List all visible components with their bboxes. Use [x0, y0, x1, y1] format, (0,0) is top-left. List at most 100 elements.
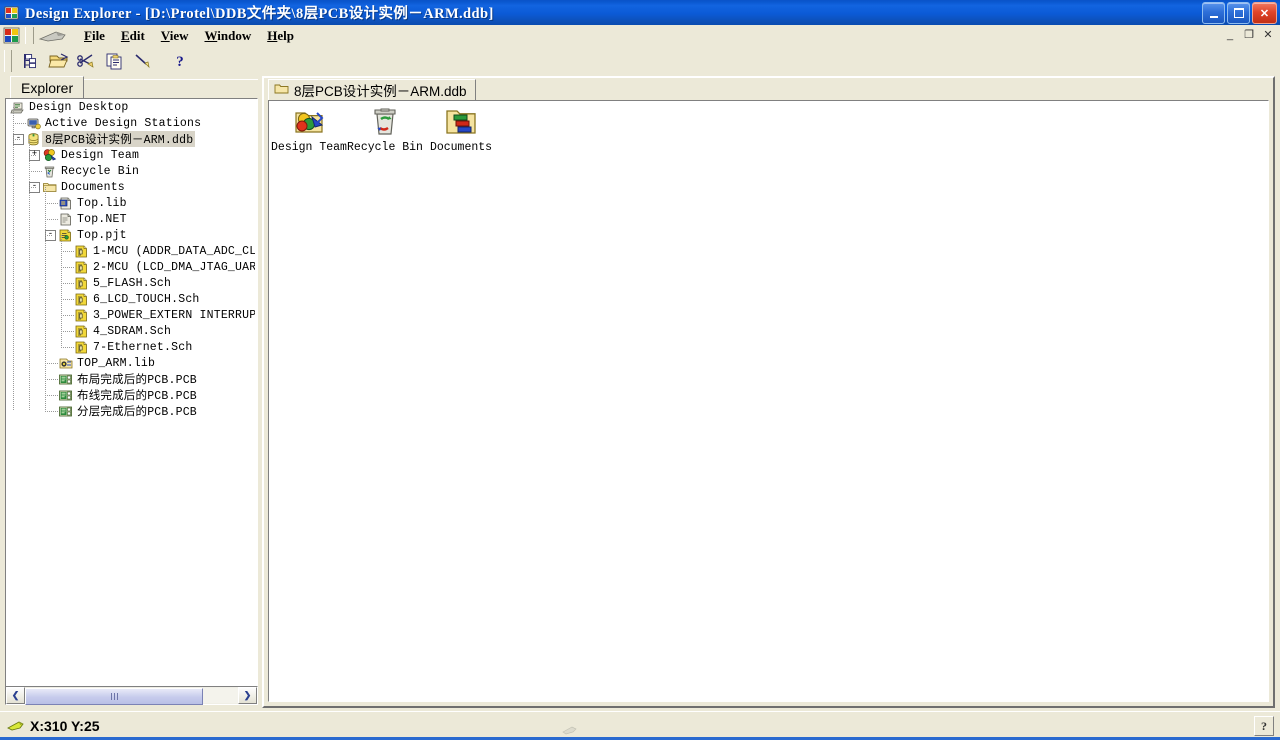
menu-window[interactable]: Window [196, 27, 259, 45]
tree-guide-line [29, 171, 42, 172]
pen-icon[interactable] [129, 48, 157, 74]
tree-item[interactable]: 布局完成后的PCB.PCB [6, 371, 255, 387]
copy-icon[interactable] [101, 48, 129, 74]
tree-item[interactable]: 3_POWER_EXTERN INTERRUP [6, 307, 255, 323]
schematic-icon [74, 260, 90, 275]
cut-icon[interactable] [73, 48, 101, 74]
tree-item-label: 布线完成后的PCB.PCB [77, 390, 197, 403]
tree-item[interactable]: 1-MCU (ADDR_DATA_ADC_CL [6, 243, 255, 259]
document-client-area[interactable]: Design Team Recycle Bin Documents [268, 100, 1269, 702]
explorer-tree[interactable]: Design Desktop Active Design Stations -8层P… [5, 98, 258, 687]
tree-item-label: Design Desktop [29, 100, 129, 114]
schematic-icon [74, 276, 90, 291]
document-tab[interactable]: 8层PCB设计实例－ARM.ddb [268, 79, 476, 100]
tree-item[interactable]: - Top.pjt [6, 227, 255, 243]
tree-guide-line [61, 283, 74, 284]
tree-item-label: 7-Ethernet.Sch [93, 340, 193, 354]
menu-mouse-icon [38, 29, 68, 43]
tree-item[interactable]: 5_FLASH.Sch [6, 275, 255, 291]
tree-item[interactable]: 4_SDRAM.Sch [6, 323, 255, 339]
ddb-item-label: Design Team [271, 141, 347, 154]
menu-drag-grip[interactable] [25, 27, 34, 44]
tree-item-label: Top.pjt [77, 228, 127, 242]
scrollbar-thumb[interactable] [25, 688, 203, 705]
menu-file[interactable]: FFileile [76, 27, 113, 45]
netlist-icon [58, 212, 74, 227]
tab-explorer[interactable]: Explorer [10, 76, 85, 99]
restore-button[interactable] [1227, 2, 1250, 24]
explorer-tabstrip: Explorer [5, 76, 258, 99]
tree-guide-line [29, 139, 30, 411]
explorer-tree-content: Design Desktop Active Design Stations -8层P… [6, 99, 255, 684]
tree-item[interactable]: 2-MCU (LCD_DMA_JTAG_UAR [6, 259, 255, 275]
tree-item-label: 6_LCD_TOUCH.Sch [93, 292, 200, 306]
tree-guide-line [13, 139, 21, 140]
open-folder-icon[interactable] [45, 48, 73, 74]
design-team-icon [42, 148, 58, 163]
tree-guide-line [29, 187, 37, 188]
ddb-item[interactable]: Recycle Bin [347, 105, 423, 154]
explorer-tabstrip-filler [82, 79, 258, 99]
menu-view[interactable]: View [153, 27, 197, 45]
tree-item-label: 布局完成后的PCB.PCB [77, 374, 197, 387]
tree-item-label: 2-MCU (LCD_DMA_JTAG_UAR [93, 260, 255, 274]
folder-icon [274, 82, 289, 98]
mdi-close-button[interactable]: ✕ [1260, 27, 1276, 42]
ddb-item[interactable]: Documents [423, 105, 499, 154]
tree-guide-line [61, 251, 74, 252]
tree-item[interactable]: Top.lib [6, 195, 255, 211]
recycle-bin-icon [369, 105, 401, 137]
svg-text:?: ? [176, 54, 184, 70]
mdi-restore-button[interactable]: ❐ [1241, 27, 1257, 42]
menu-help[interactable]: Help [259, 27, 302, 45]
title-bar: Design Explorer - [D:\Protel\DDB文件夹\8层PC… [0, 0, 1280, 25]
tree-item[interactable]: Active Design Stations [6, 115, 255, 131]
tree-guide-line [61, 315, 74, 316]
tree-item[interactable]: 分层完成后的PCB.PCB [6, 403, 255, 419]
status-help-button[interactable]: ? [1254, 716, 1274, 736]
scroll-right-arrow-icon[interactable]: ❯ [238, 687, 257, 704]
explorer-horizontal-scrollbar[interactable]: ❮ ❯ [5, 686, 258, 705]
document-tabstrip: 8层PCB设计实例－ARM.ddb [264, 78, 1273, 100]
tree-item[interactable]: - Documents [6, 179, 255, 195]
tree-item[interactable]: + Design Team [6, 147, 255, 163]
protel-document-icon[interactable] [2, 26, 22, 45]
tree-item[interactable]: Design Desktop [6, 99, 255, 115]
minimize-button[interactable] [1202, 2, 1225, 24]
design-explorer-toggle-icon[interactable] [17, 48, 45, 74]
scroll-left-arrow-icon[interactable]: ❮ [6, 687, 25, 704]
help-question-glyph: ? [1261, 718, 1267, 733]
ddb-item[interactable]: Design Team [271, 105, 347, 154]
recycle-bin-icon [42, 164, 58, 179]
status-bar: X:310 Y:25 ? [0, 711, 1280, 740]
tree-item-label: TOP_ARM.lib [77, 356, 156, 370]
toolbar-drag-grip[interactable] [4, 49, 12, 72]
tree-item-label: 8层PCB设计实例－ARM.ddb [42, 131, 196, 147]
menu-edit[interactable]: Edit [113, 27, 153, 45]
tree-item-label: Documents [61, 180, 125, 194]
status-secondary-cursor-icon [562, 722, 578, 735]
tree-item-label: 3_POWER_EXTERN INTERRUP [93, 308, 255, 322]
scrollbar-track[interactable] [25, 688, 238, 705]
tree-item-label: Active Design Stations [45, 116, 202, 130]
tree-item[interactable]: 布线完成后的PCB.PCB [6, 387, 255, 403]
close-button[interactable]: ✕ [1252, 2, 1277, 24]
tree-item[interactable]: TOP_ARM.lib [6, 355, 255, 371]
tree-guide-line [45, 187, 46, 411]
tree-item[interactable]: 6_LCD_TOUCH.Sch [6, 291, 255, 307]
tree-guide-line [45, 219, 58, 220]
pcb-icon [58, 388, 74, 403]
help-question-icon[interactable]: ? [166, 48, 194, 74]
mdi-minimize-button[interactable]: _ [1222, 27, 1238, 42]
tree-item-label: 1-MCU (ADDR_DATA_ADC_CL [93, 244, 255, 258]
tree-item-label: Top.NET [77, 212, 127, 226]
schematic-icon [74, 308, 90, 323]
tree-item[interactable]: -8层PCB设计实例－ARM.ddb [6, 131, 255, 147]
tree-item-label: 4_SDRAM.Sch [93, 324, 172, 338]
tree-item-label: 分层完成后的PCB.PCB [77, 406, 197, 419]
design-team-icon [293, 105, 325, 137]
menu-bar: FFileile Edit View Window Help _ ❐ ✕ [0, 25, 1280, 46]
tree-item[interactable]: 7-Ethernet.Sch [6, 339, 255, 355]
tree-item[interactable]: Top.NET [6, 211, 255, 227]
tree-item[interactable]: Recycle Bin [6, 163, 255, 179]
